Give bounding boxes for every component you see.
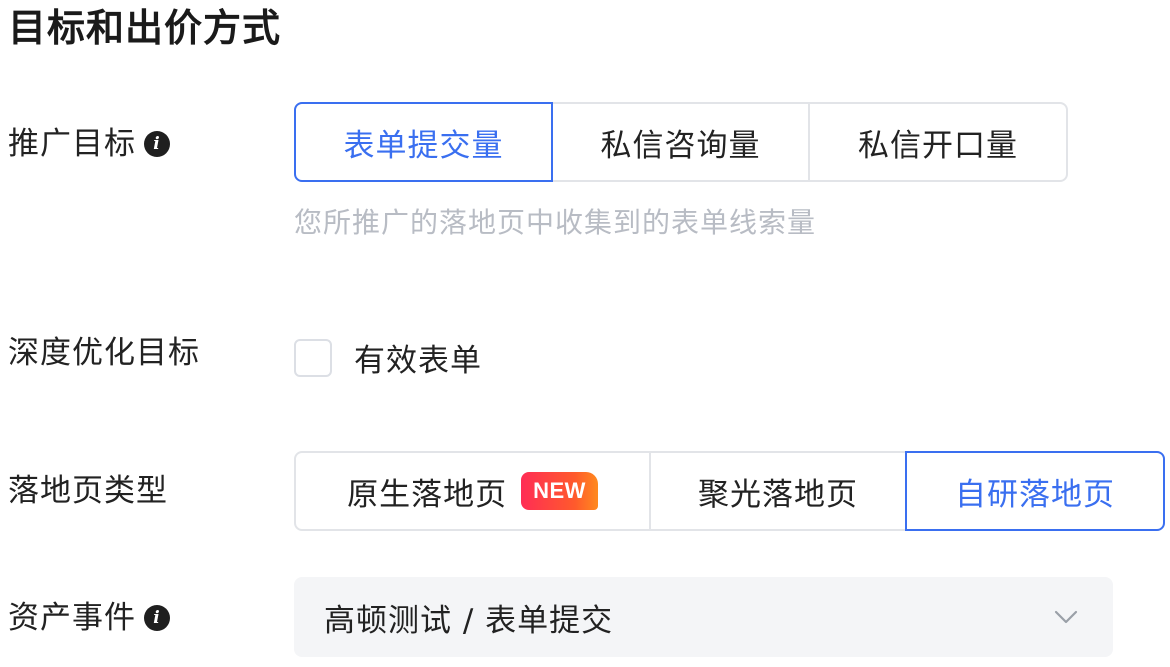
- asset-event-label: 资产事件: [8, 600, 136, 636]
- landing-page-segmented-control: 原生落地页 NEW 聚光落地页 自研落地页: [294, 451, 1165, 531]
- info-icon[interactable]: i: [144, 131, 170, 157]
- lp-option-label: 聚光落地页: [698, 476, 858, 513]
- new-badge: NEW: [521, 472, 598, 510]
- chevron-down-icon-svg: [1054, 610, 1078, 624]
- goal-option-label: 私信开口量: [858, 127, 1018, 164]
- lp-option-native[interactable]: 原生落地页 NEW: [294, 451, 651, 531]
- asset-event-value: 高顿测试 / 表单提交: [324, 602, 614, 639]
- asset-event-label-row: 资产事件 i: [8, 598, 170, 638]
- goal-option-label: 表单提交量: [343, 127, 504, 164]
- asset-event-select[interactable]: 高顿测试 / 表单提交: [294, 577, 1113, 657]
- lp-option-spotlight[interactable]: 聚光落地页: [649, 451, 907, 531]
- chevron-down-icon[interactable]: [1053, 604, 1079, 630]
- goal-label: 推广目标: [8, 126, 136, 162]
- goal-option-dm-consult[interactable]: 私信咨询量: [551, 102, 810, 182]
- deep-optimization-label: 深度优化目标: [8, 335, 200, 371]
- deep-optimization-checkbox-row[interactable]: 有效表单: [294, 335, 482, 380]
- section-title: 目标和出价方式: [8, 6, 282, 50]
- effective-form-checkbox[interactable]: [294, 338, 332, 377]
- goal-option-dm-open[interactable]: 私信开口量: [808, 102, 1068, 182]
- bidding-goal-form: 目标和出价方式 推广目标 i 表单提交量 私信咨询量 私信开口量 您所推广的落地…: [0, 0, 1170, 667]
- goal-option-label: 私信咨询量: [600, 127, 761, 164]
- goal-hint: 您所推广的落地页中收集到的表单线索量: [294, 206, 817, 239]
- effective-form-label[interactable]: 有效表单: [354, 335, 482, 380]
- landing-page-type-label: 落地页类型: [8, 473, 168, 509]
- lp-option-self-developed[interactable]: 自研落地页: [905, 451, 1165, 531]
- lp-option-label: 原生落地页: [347, 476, 508, 513]
- lp-option-label: 自研落地页: [955, 476, 1115, 513]
- goal-segmented-control: 表单提交量 私信咨询量 私信开口量: [294, 102, 1068, 182]
- goal-option-form-submit[interactable]: 表单提交量: [294, 102, 553, 182]
- info-icon[interactable]: i: [144, 605, 170, 631]
- goal-label-row: 推广目标 i: [8, 124, 170, 164]
